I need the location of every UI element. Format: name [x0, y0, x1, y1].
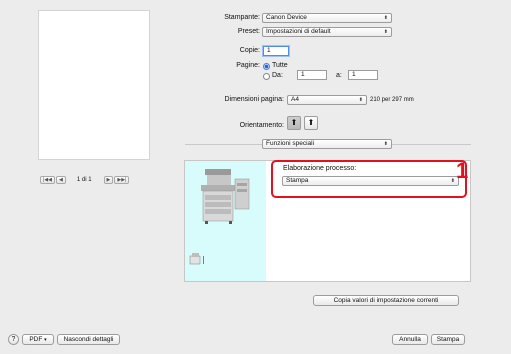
pages-all-label: Tutte [272, 62, 288, 69]
previous-page-button[interactable]: ◀ [56, 176, 66, 184]
updown-arrows-icon: ⬍ [383, 29, 388, 35]
first-page-button[interactable]: |◀◀ [40, 176, 55, 184]
page-indicator: 1 di 1 [76, 177, 92, 183]
portrait-orientation-icon: ⬆ [290, 118, 298, 127]
copies-field[interactable]: 1 [263, 46, 289, 56]
pages-all-radio[interactable] [263, 63, 270, 70]
printer-label: Stampante: [224, 14, 260, 21]
job-processing-value: Stampa [286, 177, 309, 184]
paper-size-info: 210 per 297 mm [370, 97, 414, 103]
pages-range-radio[interactable] [263, 73, 270, 80]
pages-to-label: a: [336, 72, 342, 79]
updown-arrows-icon: ⬍ [383, 15, 388, 21]
pages-label: Pagine: [236, 62, 260, 69]
copy-current-settings-button[interactable]: Copia valori di impostazione correnti [313, 295, 459, 306]
hide-details-button[interactable]: Nascondi dettagli [57, 334, 120, 345]
copies-label: Copie: [239, 47, 260, 54]
cancel-button[interactable]: Annulla [392, 334, 428, 345]
pages-to-field[interactable]: 1 [348, 70, 378, 80]
paper-size-popup[interactable]: A4 ⬍ [287, 95, 367, 105]
chevron-down-icon: ▾ [44, 337, 47, 343]
updown-arrows-icon: ⬍ [358, 97, 363, 103]
preset-value: Impostazioni di default [266, 28, 331, 35]
print-button[interactable]: Stampa [431, 334, 465, 345]
help-button[interactable]: ? [8, 334, 19, 345]
job-processing-popup[interactable]: Stampa ⬍ [282, 176, 459, 186]
callout-number: 1 [456, 158, 469, 183]
updown-arrows-icon: ⬍ [383, 141, 388, 147]
portrait-orientation-button[interactable]: ⬆ [287, 116, 301, 130]
job-processing-label: Elaborazione processo: [283, 165, 357, 172]
printer-popup[interactable]: Canon Device ⬍ [262, 13, 392, 23]
panel-menu-popup[interactable]: Funzioni speciali ⬍ [262, 139, 392, 149]
landscape-orientation-button[interactable]: ⬆ [304, 116, 318, 130]
preset-popup[interactable]: Impostazioni di default ⬍ [262, 27, 392, 37]
pages-from-label: Da: [272, 72, 283, 79]
pdf-label: PDF [29, 336, 43, 343]
paper-size-label: Dimensioni pagina: [224, 96, 284, 103]
pages-from-field[interactable]: 1 [297, 70, 327, 80]
pdf-menu-button[interactable]: PDF ▾ [22, 334, 54, 345]
preview-page-navigation: |◀◀ ◀ 1 di 1 ▶ ▶▶| [40, 175, 130, 185]
finisher-icon [189, 253, 204, 265]
orientation-label: Orientamento: [239, 122, 284, 129]
last-page-button[interactable]: ▶▶| [114, 176, 130, 184]
landscape-orientation-icon: ⬆ [307, 118, 315, 127]
panel-menu-value: Funzioni speciali [266, 140, 315, 147]
printer-image-panel [185, 161, 266, 281]
printer-value: Canon Device [266, 14, 307, 21]
page-preview [38, 10, 150, 160]
updown-arrows-icon: ⬍ [450, 178, 455, 184]
paper-size-value: A4 [291, 96, 299, 103]
preset-label: Preset: [237, 28, 260, 35]
next-page-button[interactable]: ▶ [103, 176, 114, 184]
multifunction-printer-icon [189, 169, 250, 265]
